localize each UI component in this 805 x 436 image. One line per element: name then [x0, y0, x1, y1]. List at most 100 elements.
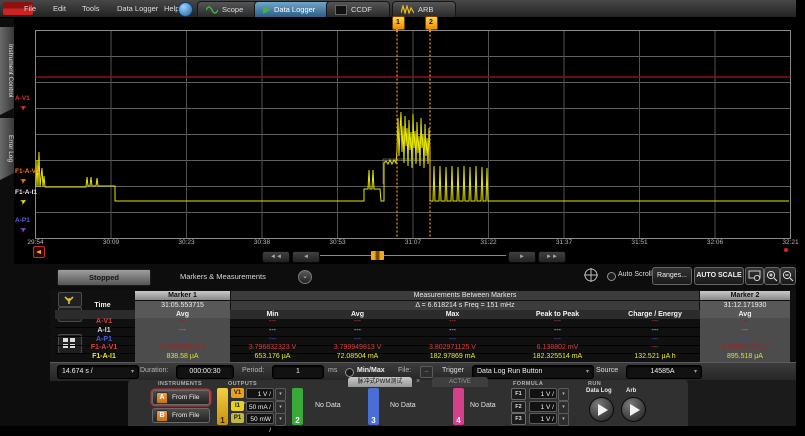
trace-marker-arrow[interactable]: ➤	[18, 102, 28, 113]
sidebar-tab-instrument-control[interactable]: Instrument Control	[0, 27, 14, 115]
marker2-header[interactable]: Marker 2	[700, 291, 790, 300]
formula-scale-dropdown-icon[interactable]: ▾	[558, 401, 569, 414]
file-tab-close-icon[interactable]: ×	[416, 378, 420, 385]
pan-center-icon[interactable]	[583, 267, 599, 283]
arb-label: Arb	[626, 388, 636, 394]
cell-A-I1-ptp: ---	[505, 327, 610, 335]
trigger-dropdown[interactable]: Data Log Run Button ▾	[472, 365, 594, 379]
cell-A-P1-label: A-P1	[75, 336, 133, 344]
minmax-checkbox[interactable]	[345, 368, 354, 377]
cell-A-V1-ce: ---	[610, 318, 700, 326]
trigger-start-icon	[33, 246, 45, 258]
period-input[interactable]: 1	[272, 365, 324, 379]
status-stopped: Stopped	[57, 269, 151, 286]
active-tab[interactable]: ACTIVE	[432, 377, 488, 387]
output-scale-V1[interactable]: 1 V /	[246, 388, 274, 399]
cell-A-I1-ce: ---	[610, 327, 700, 335]
zoom-in-button[interactable]	[764, 267, 780, 285]
markers-dropdown-button[interactable]: ⌄	[298, 270, 312, 284]
formula-scale-dropdown-icon[interactable]: ▾	[558, 388, 569, 401]
cell-A-I1-avg: ---	[315, 327, 400, 335]
marker1-header[interactable]: Marker 1	[135, 291, 230, 300]
x-tick-label: 32:06	[701, 239, 729, 246]
ranges-button[interactable]: Ranges...	[652, 267, 692, 285]
menu-data-logger[interactable]: Data Logger	[117, 0, 158, 17]
tab-ccdf[interactable]: CCDF	[326, 1, 390, 17]
tab-data-logger[interactable]: Data Logger	[254, 1, 332, 17]
x-tick-label: 31:07	[399, 239, 427, 246]
screenshot-button[interactable]	[745, 267, 764, 285]
menu-file[interactable]: File	[24, 0, 36, 17]
channel3-no-data: No Data	[390, 402, 416, 409]
info-icon[interactable]	[178, 2, 193, 17]
cell-A-V1-avg: ---	[315, 318, 400, 326]
cell-A-V1-m1: ---	[135, 318, 230, 327]
marker-flag-1[interactable]: 1	[392, 16, 405, 30]
cell-F1-A-V1-ptp: 6.138802 mV	[505, 344, 610, 352]
output-scale-I1[interactable]: 50 mA /	[246, 401, 274, 412]
channel2-bar[interactable]: 2	[292, 388, 303, 425]
cell-F1-A-V1-avg: 3.799949813 V	[315, 344, 400, 352]
formula-scale-F2[interactable]: 1 V /	[529, 401, 557, 412]
channel4-bar[interactable]: 4	[453, 388, 464, 425]
x-tick-label: 30:53	[324, 239, 352, 246]
scroll-fastforward-button[interactable]: ►►	[538, 251, 566, 263]
marker-flag-2[interactable]: 2	[425, 16, 438, 30]
output-scale-dropdown-icon[interactable]: ▾	[275, 401, 286, 414]
formula-scale-F1[interactable]: 1 V /	[529, 388, 557, 399]
run-header: RUN	[588, 381, 601, 387]
cell-A-V1-label: A-V1	[75, 318, 133, 326]
time-div-dropdown[interactable]: 14.674 s / ▾	[57, 365, 139, 379]
formula-badge-F1[interactable]: F1	[511, 388, 526, 400]
output-scale-dropdown-icon[interactable]: ▾	[275, 388, 286, 401]
cell-A-I1-min: ---	[230, 327, 315, 335]
zoom-out-button[interactable]	[780, 267, 796, 285]
file-tab[interactable]: 脉冲式PWM测试	[348, 377, 412, 387]
channel3-bar[interactable]: 3	[368, 388, 379, 425]
cell-F1-A-V1-label: F1-A-V1	[75, 344, 133, 352]
auto-scroll-radio[interactable]	[607, 272, 616, 281]
instrument-b-button[interactable]: B From File	[152, 408, 210, 423]
source-dropdown[interactable]: 14585A ▾	[626, 365, 702, 379]
data-log-label: Data Log	[586, 388, 612, 394]
menu-edit[interactable]: Edit	[53, 0, 66, 17]
trace-marker-arrow[interactable]: ➤	[18, 196, 28, 207]
period-unit: ms	[328, 367, 337, 374]
tab-arb[interactable]: ARB	[392, 1, 456, 17]
x-tick-label: 32:21	[777, 239, 805, 246]
output-scale-P1[interactable]: 50 mW /	[246, 413, 274, 424]
scroll-track[interactable]	[320, 255, 506, 256]
scroll-back-button[interactable]: ◄	[292, 251, 320, 263]
marker1-time: 31:05.553715	[135, 301, 230, 310]
arb-run-button[interactable]	[621, 397, 646, 422]
cell-A-P1-m2: ---	[700, 336, 790, 345]
instrument-a-button[interactable]: A From File	[152, 390, 210, 405]
cell-F1-A-I1-m2: 895.518 µA	[700, 353, 790, 362]
output-badge-V1: V1	[231, 388, 244, 398]
sidebar-tab-error-log[interactable]: Error Log	[0, 118, 14, 180]
cell-F1-A-I1-min: 653.176 µA	[230, 353, 315, 361]
formula-badge-F2[interactable]: F2	[511, 401, 526, 413]
channel1-bar[interactable]: 1	[217, 388, 228, 425]
instrument-a-badge: A	[156, 392, 168, 404]
marker2-time: 31:12.171930	[700, 301, 790, 310]
auto-scale-button[interactable]: AUTO SCALE	[694, 267, 744, 285]
x-tick-label: 30:23	[173, 239, 201, 246]
cell-A-P1-ptp: ---	[505, 336, 610, 344]
trace-marker-arrow[interactable]: ➤	[18, 224, 28, 235]
formula-badge-F3[interactable]: F3	[511, 413, 526, 425]
menu-tools[interactable]: Tools	[82, 0, 100, 17]
output-scale-dropdown-icon[interactable]: ▾	[275, 413, 286, 426]
trace-marker-arrow[interactable]: ➤	[18, 175, 28, 186]
duration-value[interactable]: 000:00:30	[176, 365, 234, 379]
data-log-run-button[interactable]	[589, 397, 614, 422]
scroll-rewind-button[interactable]: ◄◄	[262, 251, 290, 263]
collapse-button[interactable]: –	[420, 366, 433, 378]
formula-scale-F3[interactable]: 1 V /	[529, 413, 557, 424]
trace-label-F1-A-I1: F1-A-I1	[15, 189, 37, 196]
scroll-forward-button[interactable]: ►	[508, 251, 536, 263]
scroll-handle[interactable]	[371, 251, 384, 260]
cell-A-P1-min: ---	[230, 336, 315, 344]
formula-scale-dropdown-icon[interactable]: ▾	[558, 413, 569, 426]
cell-A-V1-max: ---	[400, 318, 505, 326]
